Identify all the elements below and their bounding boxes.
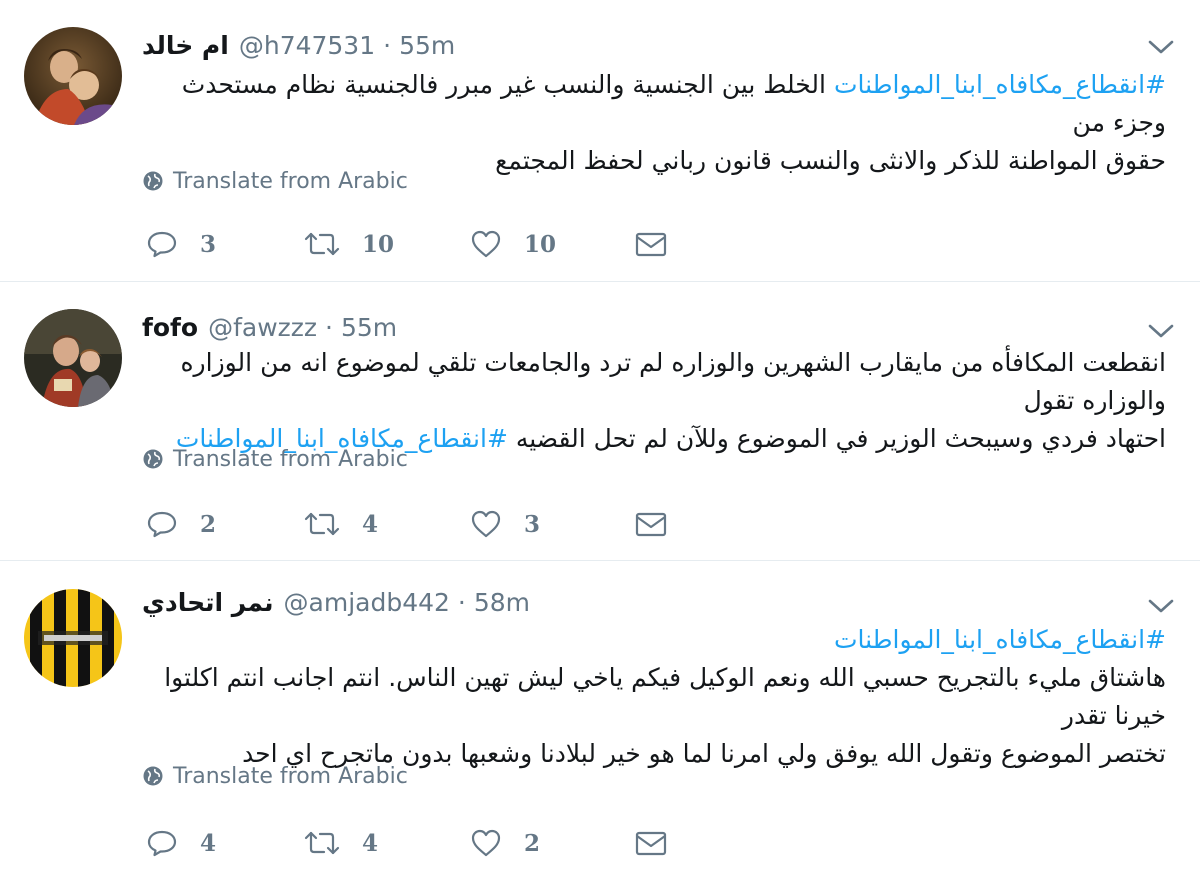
tweet-text-line: #انقطاع_مكافاه_ابنا_المواطنات الخلط بين … xyxy=(142,66,1166,142)
retweet-count: 10 xyxy=(362,230,395,258)
tweet-header: fofo @fawzzz · 55m xyxy=(142,310,397,344)
translate-link[interactable]: Translate from Arabic xyxy=(142,166,408,196)
heart-icon xyxy=(471,829,501,857)
timestamp[interactable]: 55m xyxy=(399,31,455,60)
translate-label: Translate from Arabic xyxy=(173,763,408,789)
like-count: 2 xyxy=(524,829,541,857)
tweet-header: ام خالد @h747531 · 55m xyxy=(142,28,455,62)
translate-link[interactable]: Translate from Arabic xyxy=(142,444,408,474)
retweet-icon xyxy=(304,512,340,536)
direct-message-button[interactable] xyxy=(634,504,668,544)
tweet-header: نمر اتحادي @amjadb442 · 58m xyxy=(142,585,530,619)
retweet-button[interactable]: 4 xyxy=(304,823,378,863)
avatar[interactable] xyxy=(24,309,122,407)
like-button[interactable]: 10 xyxy=(470,224,556,264)
handle[interactable]: @amjadb442 xyxy=(284,588,450,617)
retweet-count: 4 xyxy=(362,829,379,857)
tweet-text-segment: هاشتاق مليء بالتجريح حسبي الله ونعم الوك… xyxy=(164,663,1166,730)
retweet-icon xyxy=(304,831,340,855)
tweet-text-segment: احتهاد فردي وسيبحث الوزير في الموضوع ولل… xyxy=(507,424,1166,453)
display-name[interactable]: ام خالد xyxy=(142,31,229,60)
tweet-actions: 2 4 3 xyxy=(146,504,706,544)
display-name[interactable]: نمر اتحادي xyxy=(142,588,274,617)
retweet-count: 4 xyxy=(362,510,379,538)
reply-count: 3 xyxy=(200,230,217,258)
tweet[interactable]: fofo @fawzzz · 55m انقطعت المكافأه من ما… xyxy=(0,282,1200,561)
avatar[interactable] xyxy=(24,589,122,687)
avatar[interactable] xyxy=(24,27,122,125)
retweet-button[interactable]: 10 xyxy=(304,224,394,264)
timestamp[interactable]: 58m xyxy=(474,588,530,617)
chevron-down-icon[interactable] xyxy=(1146,36,1176,58)
tweet-actions: 4 4 2 xyxy=(146,823,706,863)
separator: · xyxy=(325,312,333,342)
hashtag-link[interactable]: #انقطاع_مكافاه_ابنا_المواطنات xyxy=(834,70,1166,99)
like-button[interactable]: 3 xyxy=(470,504,540,544)
tweet-text: #انقطاع_مكافاه_ابنا_المواطنات الخلط بين … xyxy=(142,66,1166,180)
like-count: 3 xyxy=(524,510,541,538)
reply-icon xyxy=(147,830,177,857)
direct-message-button[interactable] xyxy=(634,224,668,264)
like-count: 10 xyxy=(524,230,557,258)
translate-link[interactable]: Translate from Arabic xyxy=(142,761,408,791)
envelope-icon xyxy=(635,831,667,856)
direct-message-button[interactable] xyxy=(634,823,668,863)
globe-icon xyxy=(143,449,163,469)
reply-count: 4 xyxy=(200,829,217,857)
tweet-text-segment: حقوق المواطنة للذكر والانثى والنسب قانون… xyxy=(495,146,1166,175)
chevron-down-icon[interactable] xyxy=(1146,595,1176,617)
envelope-icon xyxy=(635,232,667,257)
reply-button[interactable]: 4 xyxy=(146,823,216,863)
display-name[interactable]: fofo xyxy=(142,313,198,342)
hashtag-link[interactable]: #انقطاع_مكافاه_ابنا_المواطنات xyxy=(834,625,1166,654)
reply-icon xyxy=(147,231,177,258)
handle[interactable]: @h747531 xyxy=(239,31,375,60)
reply-button[interactable]: 3 xyxy=(146,224,216,264)
tweet-text-line: انقطعت المكافأه من مايقارب الشهرين والوز… xyxy=(142,344,1166,420)
like-button[interactable]: 2 xyxy=(470,823,540,863)
reply-count: 2 xyxy=(200,510,217,538)
tweet-text: انقطعت المكافأه من مايقارب الشهرين والوز… xyxy=(142,344,1166,458)
globe-icon xyxy=(143,766,163,786)
translate-label: Translate from Arabic xyxy=(173,446,408,472)
tweet-text: #انقطاع_مكافاه_ابنا_المواطنات هاشتاق ملي… xyxy=(142,621,1166,773)
tweet-text-line: هاشتاق مليء بالتجريح حسبي الله ونعم الوك… xyxy=(142,659,1166,735)
envelope-icon xyxy=(635,512,667,537)
tweet-text-line: #انقطاع_مكافاه_ابنا_المواطنات xyxy=(142,621,1166,659)
handle[interactable]: @fawzzz xyxy=(208,313,317,342)
timestamp[interactable]: 55m xyxy=(341,313,397,342)
separator: · xyxy=(383,30,392,60)
tweet-text-segment: انقطعت المكافأه من مايقارب الشهرين والوز… xyxy=(180,348,1166,415)
heart-icon xyxy=(471,510,501,538)
tweet[interactable]: نمر اتحادي @amjadb442 · 58m #انقطاع_مكاف… xyxy=(0,561,1200,873)
translate-label: Translate from Arabic xyxy=(173,168,408,194)
globe-icon xyxy=(143,171,163,191)
tweet[interactable]: ام خالد @h747531 · 55m #انقطاع_مكافاه_اب… xyxy=(0,0,1200,282)
heart-icon xyxy=(471,230,501,258)
retweet-button[interactable]: 4 xyxy=(304,504,378,544)
separator: · xyxy=(457,587,466,617)
chevron-down-icon[interactable] xyxy=(1146,320,1176,342)
retweet-icon xyxy=(304,232,340,256)
reply-icon xyxy=(147,511,177,538)
tweet-actions: 3 10 10 xyxy=(146,224,706,264)
reply-button[interactable]: 2 xyxy=(146,504,216,544)
